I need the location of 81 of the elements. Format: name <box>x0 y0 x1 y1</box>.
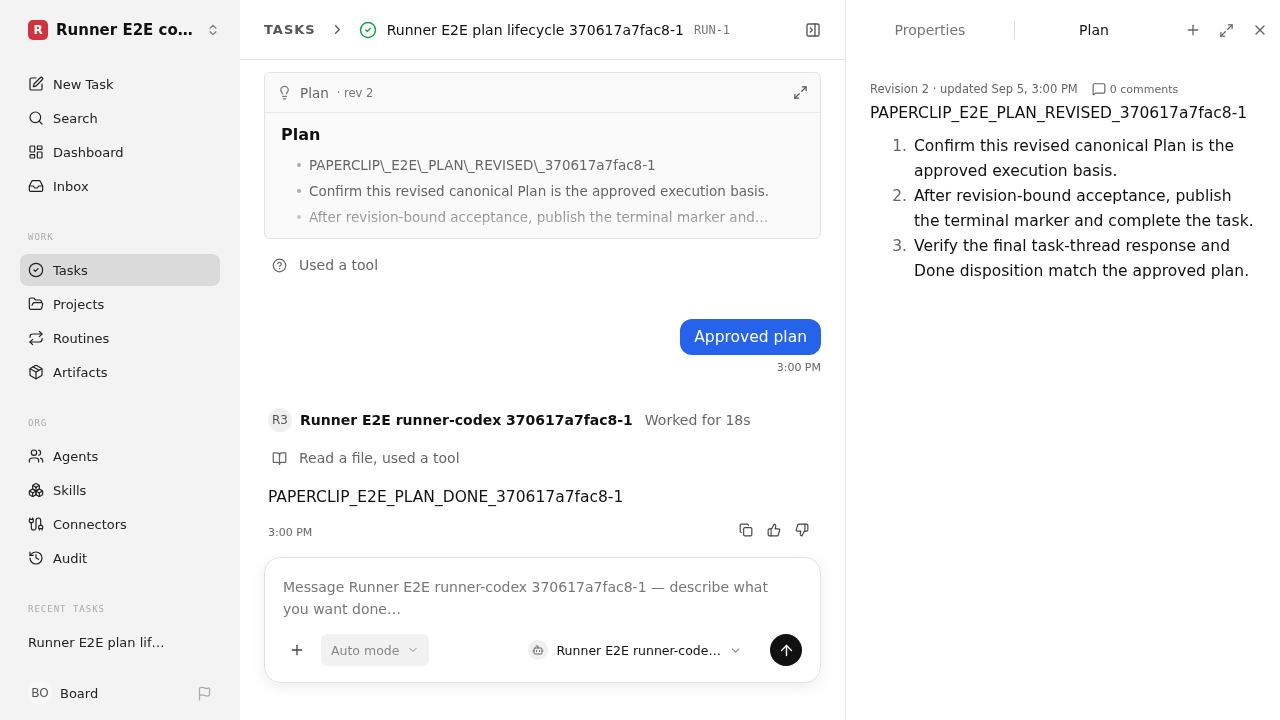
comment-icon <box>1091 82 1106 96</box>
sidebar-item[interactable]: Agents <box>20 440 220 472</box>
sidebar-item[interactable]: Inbox <box>20 170 220 202</box>
send-button[interactable] <box>770 634 802 666</box>
sidebar-item[interactable]: Search <box>20 102 220 134</box>
add-button[interactable] <box>289 642 305 658</box>
plan-step: Verify the final task-thread response and Done disposition match the approved plan. <box>914 234 1256 283</box>
tasks-icon <box>28 262 44 278</box>
book-icon <box>272 450 287 466</box>
plan-bullet: Confirm this revised canonical Plan is the approved execution basis. <box>309 182 770 201</box>
sidebar-item[interactable]: Skills <box>20 474 220 506</box>
boxes-icon <box>28 482 44 498</box>
sidebar-item[interactable]: Dashboard <box>20 136 220 168</box>
search-icon <box>28 110 44 126</box>
panel-tab[interactable]: Properties <box>846 21 1014 39</box>
tool-summary: Read a file, used a tool <box>299 450 460 466</box>
expand-button[interactable] <box>1219 22 1234 38</box>
sidebar-item[interactable]: Connectors <box>20 508 220 540</box>
history-icon <box>28 550 44 566</box>
plan-step: After revision-bound acceptance, publish the terminal marker and complete the task. <box>914 184 1256 233</box>
sidebar-item[interactable]: Artifacts <box>20 356 220 388</box>
add-button[interactable] <box>1185 22 1201 38</box>
lightbulb-icon <box>277 85 292 100</box>
bullet-dot <box>297 189 301 193</box>
bullet-dot <box>297 215 301 219</box>
thumbs-down-button[interactable] <box>795 522 809 537</box>
thumbs-up-button[interactable] <box>767 522 781 537</box>
agent-name: Runner E2E runner-codex 370617a7fac8-1 <box>300 412 633 428</box>
step-number: 3. <box>891 236 907 257</box>
pencil-square-icon <box>28 76 44 92</box>
message-composer[interactable]: Message Runner E2E runner-codex 370617a7fac8-1 — describe what you want done… Auto mode Runner E2E runner-code… <box>264 557 821 683</box>
plan-bullet: PAPERCLIP\_E2E\_PLAN\_REVISED\_370617a7fac8-1 <box>309 156 656 175</box>
package-icon <box>28 364 44 380</box>
inbox-icon <box>28 178 44 194</box>
section-title: WORK <box>27 232 55 242</box>
folder-icon <box>28 296 44 312</box>
expand-button[interactable] <box>793 85 808 100</box>
agent-dropdown[interactable]: Runner E2E runner-code… <box>522 639 748 661</box>
user-message: Approved plan <box>680 319 821 355</box>
revision-meta: Revision 2 · updated Sep 5, 3:00 PM <box>870 82 1078 96</box>
user-avatar: BO <box>28 681 52 705</box>
recent-task[interactable]: Runner E2E plan lif… <box>20 626 220 658</box>
robot-icon <box>532 644 545 656</box>
workspace-logo: R <box>28 20 48 40</box>
comment-count[interactable]: 0 comments <box>1109 82 1179 96</box>
step-number: 1. <box>891 136 907 157</box>
plug-icon <box>28 516 44 532</box>
panel-toggle-button[interactable] <box>805 21 821 38</box>
breadcrumb-link[interactable]: TASKS <box>264 22 316 37</box>
plan-step: Confirm this revised canonical Plan is the approved execution basis. <box>914 134 1256 183</box>
panel-tab[interactable]: Plan <box>1015 21 1173 39</box>
bullet-dot <box>297 163 301 167</box>
user-name[interactable]: Board <box>60 685 189 701</box>
task-title: Runner E2E plan lifecycle 370617a7fac8-1 <box>386 21 684 38</box>
plan-label: Plan <box>300 84 329 101</box>
revision-label: · rev 2 <box>336 85 375 100</box>
dashboard-icon <box>28 144 44 160</box>
plan-title: PAPERCLIP_E2E_PLAN_REVISED_370617a7fac8-1 <box>870 104 1249 122</box>
sidebar-item[interactable]: New Task <box>20 68 220 100</box>
message-time: 3:00 PM <box>776 361 821 374</box>
sidebar-item[interactable]: Projects <box>20 288 220 320</box>
sidebar-item[interactable]: Tasks <box>20 254 220 286</box>
help-circle-icon <box>272 257 287 273</box>
message-time: 3:00 PM <box>268 526 313 539</box>
sidebar-item[interactable]: Routines <box>20 322 220 354</box>
repeat-icon <box>28 330 44 346</box>
done-status-icon <box>358 20 377 39</box>
workspace-name[interactable]: Runner E2E co… <box>56 21 198 39</box>
run-id: RUN-1 <box>693 22 732 37</box>
users-icon <box>28 448 44 464</box>
step-number: 2. <box>891 186 907 207</box>
sidebar-item[interactable]: Audit <box>20 542 220 574</box>
section-title: RECENT TASKS <box>27 604 107 614</box>
plan-heading: Plan <box>281 125 322 144</box>
agent-avatar: R3 <box>268 408 292 432</box>
work-duration: Worked for 18s <box>644 412 751 428</box>
agent-reply: PAPERCLIP_E2E_PLAN_DONE_370617a7fac8-1 <box>267 488 625 506</box>
tool-summary: Used a tool <box>299 257 379 273</box>
plan-bullet: After revision-bound acceptance, publish the terminal marker and… <box>309 208 769 227</box>
section-title: ORG <box>27 418 49 428</box>
copy-button[interactable] <box>739 522 753 537</box>
